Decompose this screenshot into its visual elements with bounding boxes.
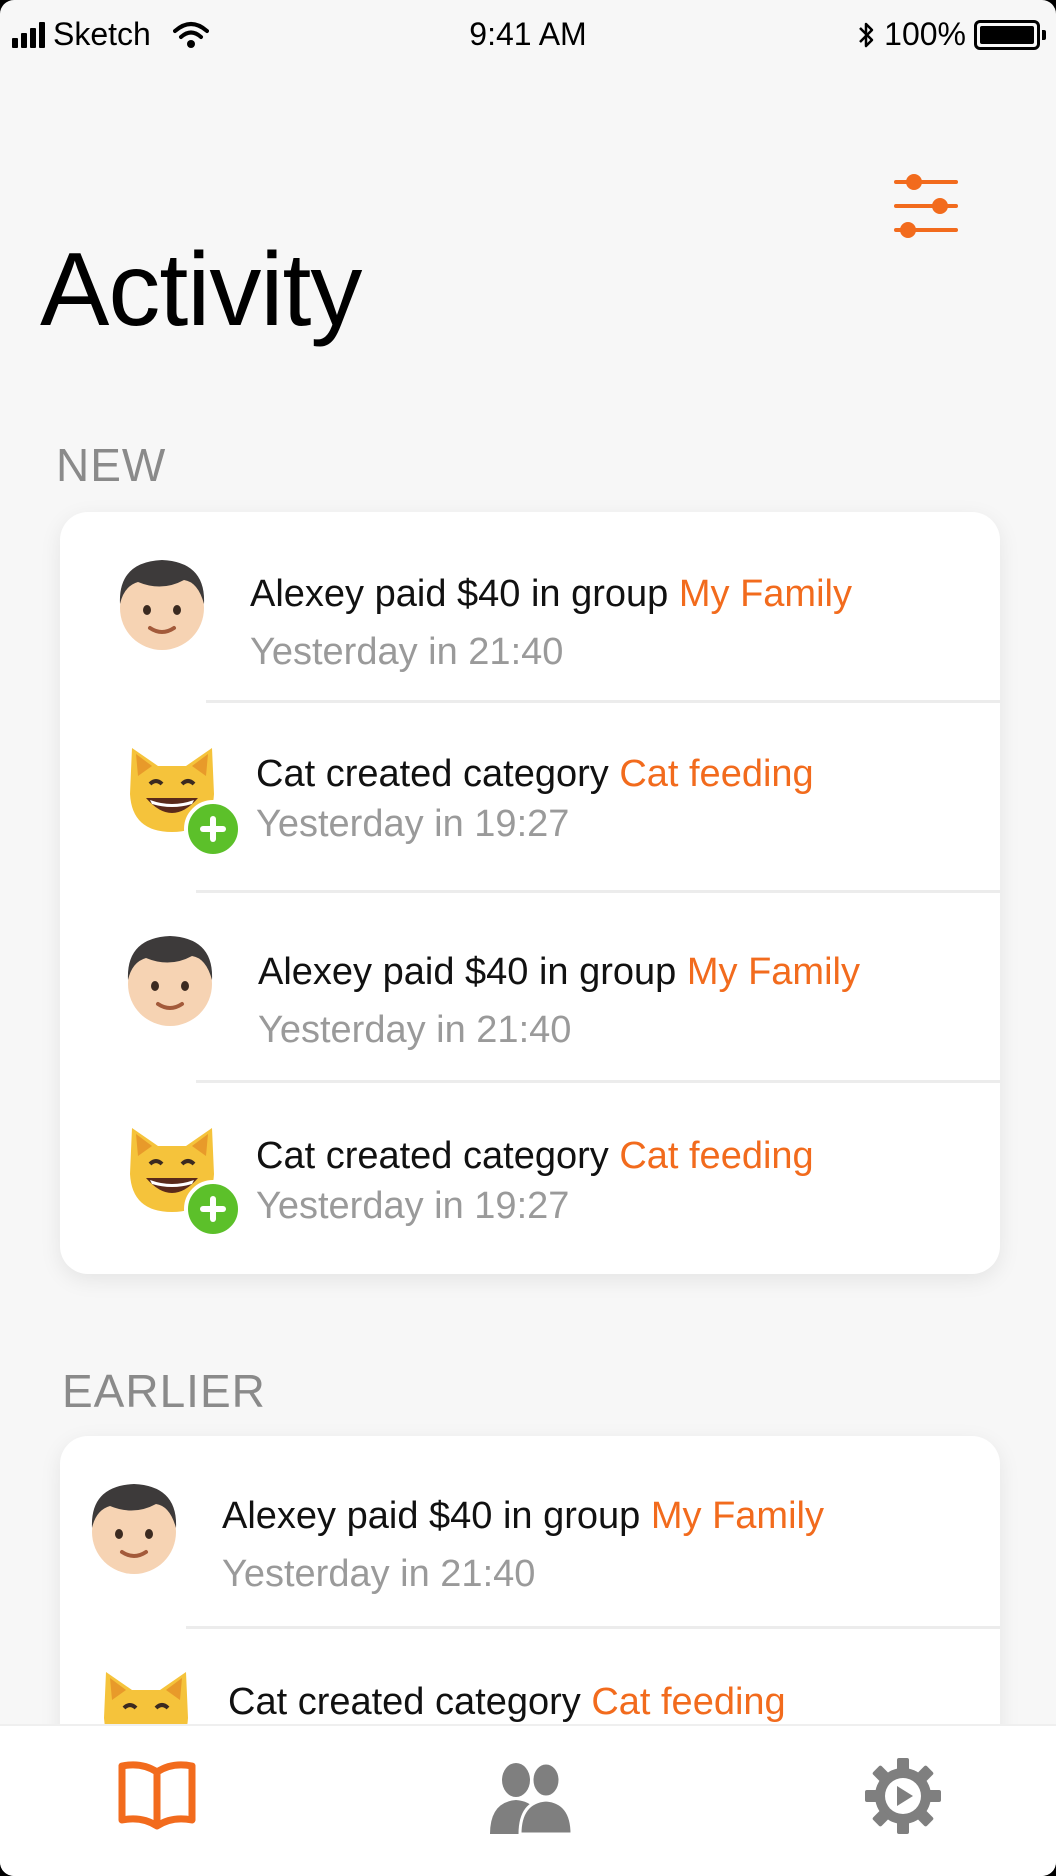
activity-text: Alexey paid $40 in group xyxy=(222,1495,651,1537)
activity-time: Yesterday in 21:40 xyxy=(222,1552,536,1595)
group-link[interactable]: My Family xyxy=(651,1495,824,1537)
activity-description: Cat created category Cat feeding xyxy=(228,1680,786,1726)
boy-face-emoji-icon xyxy=(120,928,220,1028)
group-link[interactable]: My Family xyxy=(687,951,860,993)
row-divider xyxy=(196,890,1000,893)
activity-row[interactable]: Cat created category Cat feeding Yesterd… xyxy=(60,704,1000,893)
section-label-earlier: EARLIER xyxy=(62,1365,266,1417)
row-divider xyxy=(196,1080,1000,1083)
activity-description: Alexey paid $40 in group My Family xyxy=(258,950,860,996)
activity-text: Alexey paid $40 in group xyxy=(250,573,679,615)
activity-description: Alexey paid $40 in group My Family xyxy=(222,1494,824,1540)
activity-description: Cat created category Cat feeding xyxy=(256,1134,814,1180)
page-title: Activity xyxy=(40,232,362,348)
boy-face-emoji-icon xyxy=(112,552,212,652)
plus-circle-icon xyxy=(184,800,242,858)
group-link[interactable]: My Family xyxy=(679,573,852,615)
plus-circle-icon xyxy=(184,1180,242,1238)
row-divider xyxy=(206,700,1000,703)
sliders-icon[interactable] xyxy=(884,166,964,246)
activity-text: Cat created category xyxy=(256,753,620,795)
activity-row[interactable]: Alexey paid $40 in group My Family Yeste… xyxy=(60,512,1000,703)
activity-row[interactable]: Cat created category Cat feeding Yesterd… xyxy=(60,1084,1000,1274)
people-icon[interactable] xyxy=(486,1756,576,1836)
row-divider xyxy=(186,1626,1000,1629)
gear-icon[interactable] xyxy=(858,1756,948,1836)
activity-time: Yesterday in 19:27 xyxy=(256,802,570,845)
book-icon[interactable] xyxy=(112,1756,202,1836)
new-activity-card: Alexey paid $40 in group My Family Yeste… xyxy=(60,512,1000,1274)
boy-face-emoji-icon xyxy=(84,1476,184,1576)
activity-row[interactable]: Alexey paid $40 in group My Family Yeste… xyxy=(60,894,1000,1083)
activity-text: Alexey paid $40 in group xyxy=(258,951,687,993)
activity-time: Yesterday in 19:27 xyxy=(256,1184,570,1227)
status-right: 100% xyxy=(856,16,1046,53)
activity-text: Cat created category xyxy=(256,1135,620,1177)
battery-icon xyxy=(974,19,1046,50)
activity-time: Yesterday in 21:40 xyxy=(250,630,564,673)
activity-time: Yesterday in 21:40 xyxy=(258,1008,572,1051)
activity-row[interactable]: Alexey paid $40 in group My Family Yeste… xyxy=(60,1436,1000,1629)
activity-description: Alexey paid $40 in group My Family xyxy=(250,572,852,618)
category-link[interactable]: Cat feeding xyxy=(619,1135,813,1177)
activity-screen: Sketch 9:41 AM 100% Activity NEW Alexey … xyxy=(0,0,1056,1876)
status-bar: Sketch 9:41 AM 100% xyxy=(0,0,1056,68)
tab-bar xyxy=(0,1724,1056,1876)
category-link[interactable]: Cat feeding xyxy=(591,1681,785,1723)
cat-face-emoji-icon xyxy=(122,1118,242,1238)
category-link[interactable]: Cat feeding xyxy=(619,753,813,795)
activity-text: Cat created category xyxy=(228,1681,592,1723)
section-label-new: NEW xyxy=(56,439,167,491)
cat-face-emoji-icon xyxy=(122,738,242,858)
battery-percent: 100% xyxy=(884,16,966,52)
activity-description: Cat created category Cat feeding xyxy=(256,752,814,798)
bluetooth-icon xyxy=(859,22,874,47)
